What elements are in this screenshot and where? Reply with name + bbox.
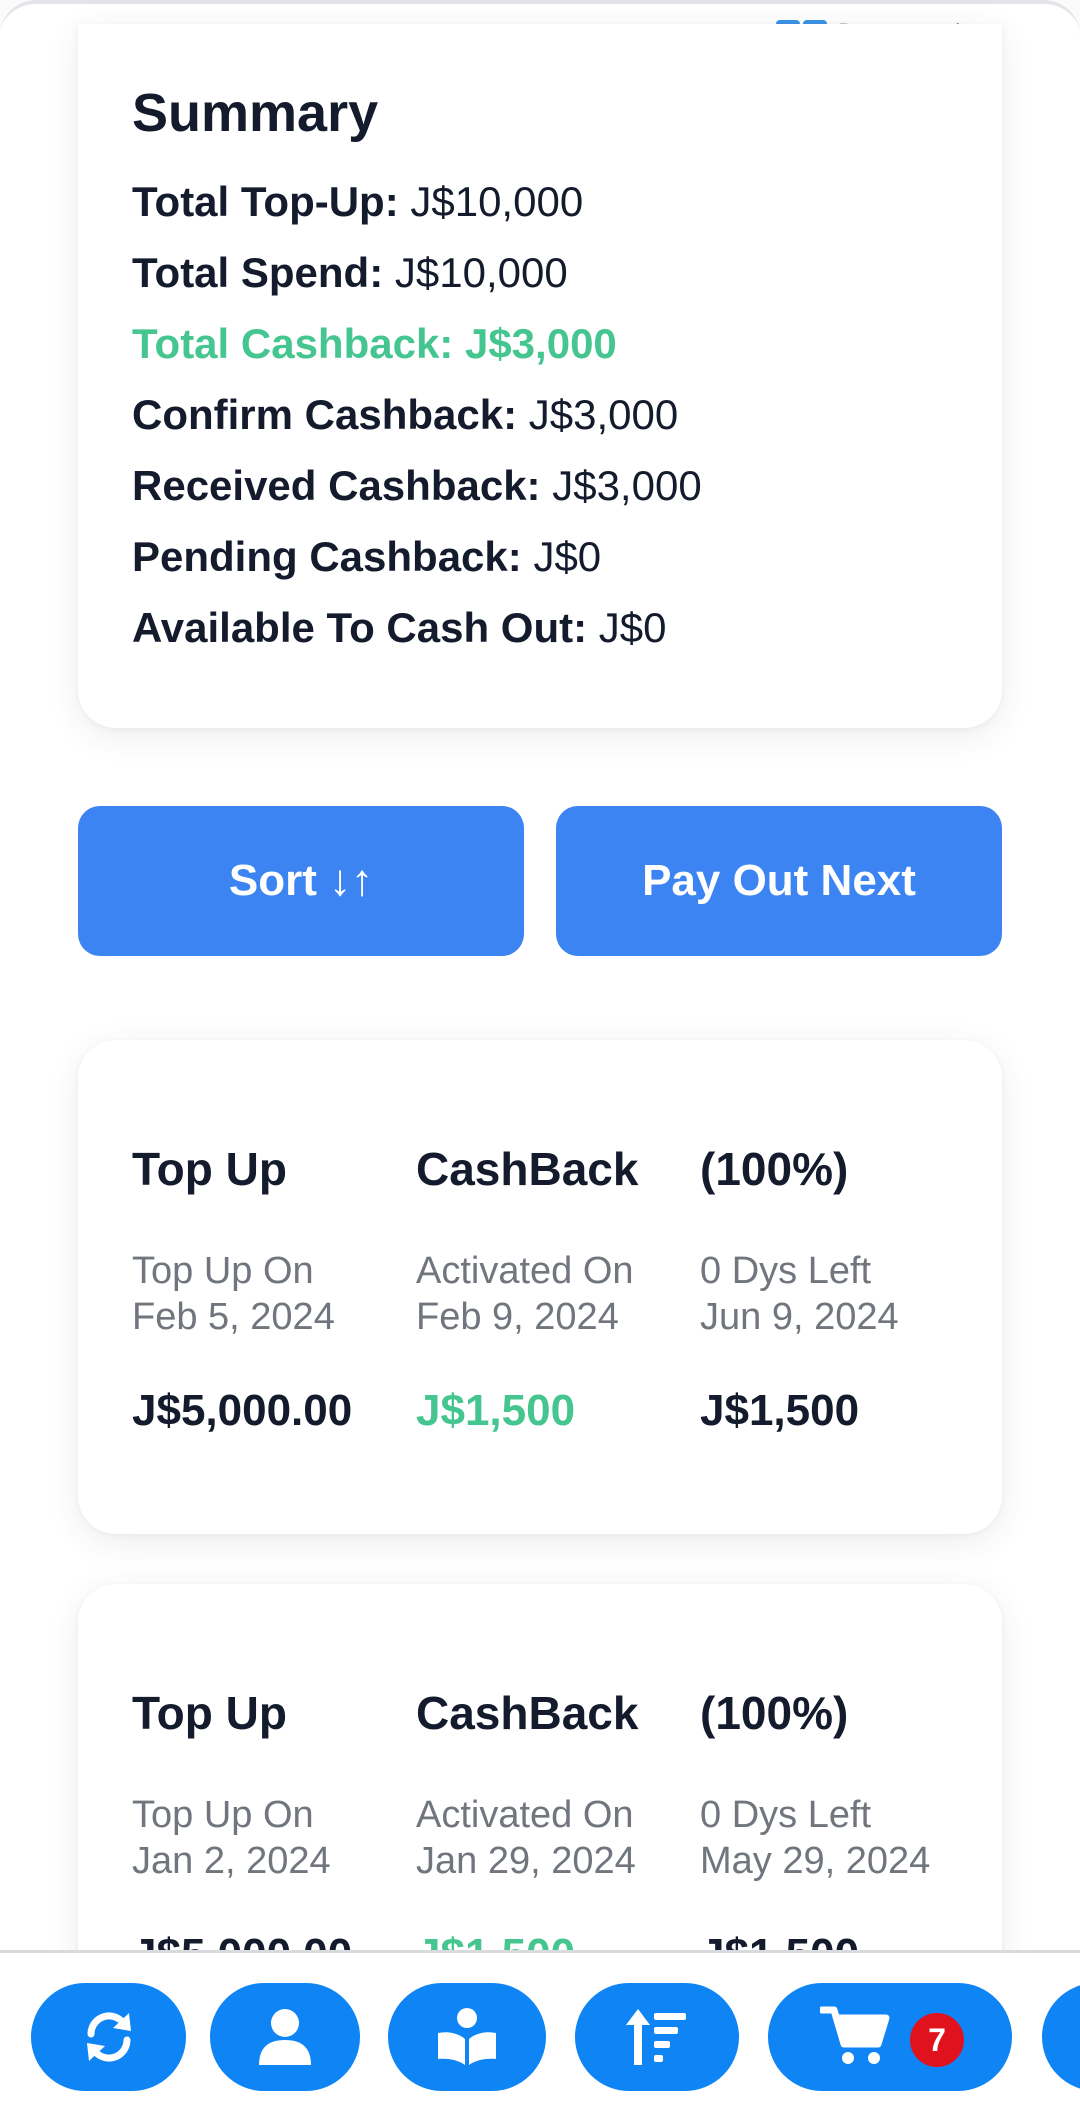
summary-label: Total Cashback:: [132, 320, 454, 367]
page: ⬆ ⬇ Drag up or down Summary Total Top-Up…: [0, 0, 1080, 2116]
transaction-card[interactable]: Top Up CashBack (100%) Top Up On Feb 5, …: [78, 1040, 1002, 1534]
percent-heading: (100%): [700, 1143, 849, 1195]
topup-date-label: Top Up On: [132, 1794, 314, 1836]
summary-label: Total Top-Up:: [132, 178, 399, 225]
summary-value: J$0: [598, 604, 667, 651]
summary-value: J$3,000: [552, 462, 702, 509]
nav-more-button[interactable]: [1042, 1983, 1080, 2091]
activated-date: Jan 29, 2024: [416, 1840, 636, 1882]
cart-icon: [820, 2006, 890, 2064]
topup-date: Feb 5, 2024: [132, 1296, 335, 1338]
summary-label: Pending Cashback:: [132, 533, 522, 580]
refresh-icon: [86, 2012, 131, 2062]
cashback-column: CashBack: [416, 1142, 696, 1196]
percent-column: (100%): [700, 1142, 980, 1196]
user-icon: [259, 2009, 311, 2065]
summary-value: J$3,000: [528, 391, 679, 438]
percent-column: (100%): [700, 1686, 980, 1740]
percent-heading: (100%): [700, 1687, 849, 1739]
activated-date-label: Activated On: [416, 1794, 634, 1836]
days-left-label: 0 Dys Left: [700, 1794, 872, 1836]
summary-confirm-cashback: Confirm Cashback: J$3,000: [132, 391, 678, 439]
summary-value: J$10,000: [410, 178, 584, 225]
days-left-label: 0 Dys Left: [700, 1250, 872, 1292]
nav-cart-button[interactable]: 7: [768, 1983, 1012, 2091]
nav-profile-button[interactable]: [210, 1983, 360, 2091]
expiry-date: May 29, 2024: [700, 1840, 931, 1882]
topup-date: Jan 2, 2024: [132, 1840, 331, 1882]
summary-title: Summary: [132, 83, 379, 143]
summary-value: J$3,000: [464, 320, 617, 367]
topup-amount: J$5,000.00: [132, 1386, 353, 1435]
topup-heading: Top Up: [132, 1687, 287, 1739]
cashback-heading: CashBack: [416, 1143, 639, 1195]
sort-button[interactable]: Sort ↓↑: [78, 806, 524, 956]
summary-pending-cashback: Pending Cashback: J$0: [132, 533, 601, 581]
summary-available-cashout: Available To Cash Out: J$0: [132, 604, 666, 652]
activated-date-label: Activated On: [416, 1250, 634, 1292]
topup-column: Top Up: [132, 1142, 412, 1196]
cashback-received-amount: J$1,500: [700, 1386, 860, 1435]
bottom-nav: 7: [0, 1950, 1080, 2116]
cashback-column: CashBack: [416, 1686, 696, 1740]
summary-label: Received Cashback:: [132, 462, 541, 509]
expiry-date: Jun 9, 2024: [700, 1296, 899, 1338]
summary-value: J$10,000: [394, 249, 568, 296]
nav-sort-button[interactable]: [575, 1983, 739, 2091]
summary-total-spend: Total Spend: J$10,000: [132, 249, 568, 297]
summary-label: Total Spend:: [132, 249, 384, 296]
cashback-heading: CashBack: [416, 1687, 639, 1739]
summary-label: Available To Cash Out:: [132, 604, 588, 651]
topup-date-label: Top Up On: [132, 1250, 314, 1292]
summary-total-cashback: Total Cashback: J$3,000: [132, 320, 617, 368]
topup-column: Top Up: [132, 1686, 412, 1740]
cashback-amount: J$1,500: [416, 1386, 576, 1435]
nav-refresh-button[interactable]: [31, 1983, 186, 2091]
sort-amount-up-icon: [626, 2009, 686, 2065]
summary-card: Summary Total Top-Up: J$10,000 Total Spe…: [78, 24, 1002, 728]
nav-guide-button[interactable]: [388, 1983, 546, 2091]
book-reader-icon: [438, 2008, 496, 2065]
cart-count-badge: 7: [910, 2013, 964, 2067]
summary-label: Confirm Cashback:: [132, 391, 518, 438]
topup-heading: Top Up: [132, 1143, 287, 1195]
summary-total-topup: Total Top-Up: J$10,000: [132, 178, 583, 226]
bottom-sheet: ⬆ ⬇ Drag up or down Summary Total Top-Up…: [0, 0, 1080, 2116]
activated-date: Feb 9, 2024: [416, 1296, 619, 1338]
pay-out-next-button[interactable]: Pay Out Next: [556, 806, 1002, 956]
summary-value: J$0: [533, 533, 602, 580]
summary-received-cashback: Received Cashback: J$3,000: [132, 462, 702, 510]
